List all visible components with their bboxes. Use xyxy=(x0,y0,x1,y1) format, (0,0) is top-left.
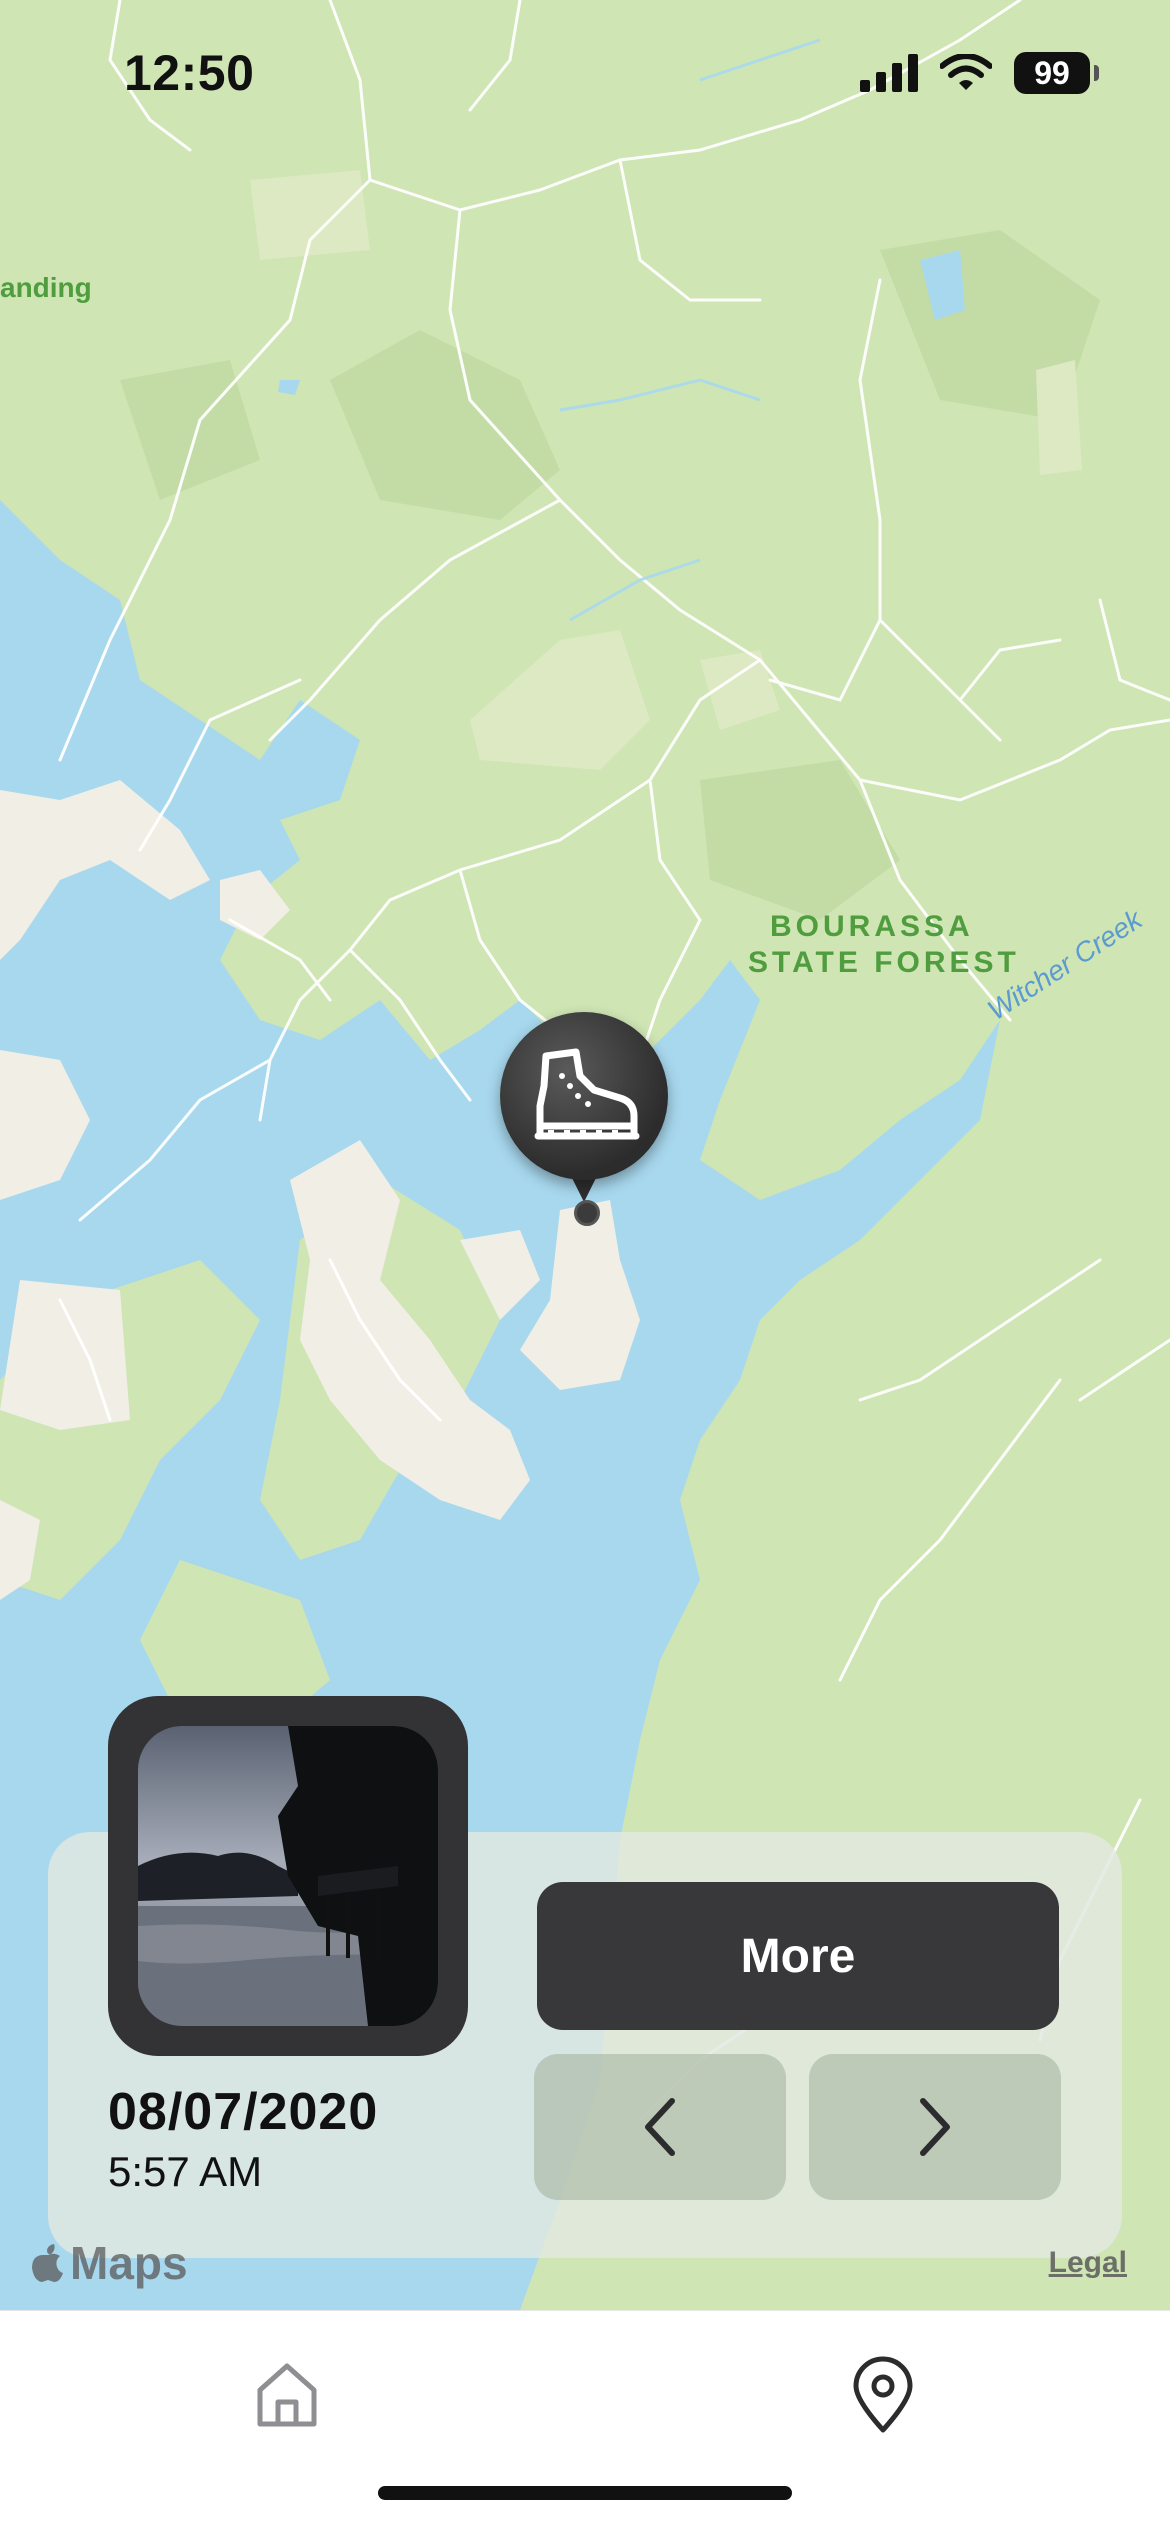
entry-photo-frame[interactable] xyxy=(108,1696,468,2056)
map-label-landing: anding xyxy=(0,272,92,303)
cellular-signal-icon xyxy=(860,54,918,92)
status-time: 12:50 xyxy=(124,45,255,101)
entry-photo xyxy=(138,1726,438,2026)
home-icon xyxy=(257,2363,317,2427)
map-label-forest-name: BOURASSA xyxy=(770,910,974,943)
tab-home[interactable] xyxy=(237,2345,337,2445)
chevron-left-icon xyxy=(645,2098,675,2156)
map-label-forest-type: STATE FOREST xyxy=(748,946,1020,979)
apple-logo-icon xyxy=(32,2244,63,2282)
tab-map[interactable] xyxy=(833,2345,933,2445)
status-icons: 99 xyxy=(860,52,1099,94)
location-pin[interactable] xyxy=(500,1012,668,1226)
map-view[interactable]: 12:50 99 anding BOURASSA STATE FOREST Wi… xyxy=(0,0,1170,2310)
entry-time: 5:57 AM xyxy=(108,2148,263,2195)
next-entry-button[interactable] xyxy=(809,2054,1061,2200)
home-indicator xyxy=(378,2486,792,2500)
hiking-boot-icon xyxy=(534,1048,640,1140)
map-pin-icon xyxy=(853,2356,913,2433)
apple-maps-attribution[interactable]: Maps xyxy=(30,2236,188,2290)
chevron-right-icon xyxy=(920,2098,950,2156)
more-button[interactable]: More xyxy=(537,1882,1059,2030)
previous-entry-button[interactable] xyxy=(534,2054,786,2200)
maps-label: Maps xyxy=(70,2237,188,2289)
wifi-icon xyxy=(940,54,992,90)
pin-head xyxy=(500,1012,668,1180)
pin-location-dot xyxy=(574,1200,600,1226)
entry-date: 08/07/2020 xyxy=(108,2083,379,2141)
legal-link[interactable]: Legal xyxy=(1049,2246,1127,2280)
battery-icon: 99 xyxy=(1014,52,1099,94)
